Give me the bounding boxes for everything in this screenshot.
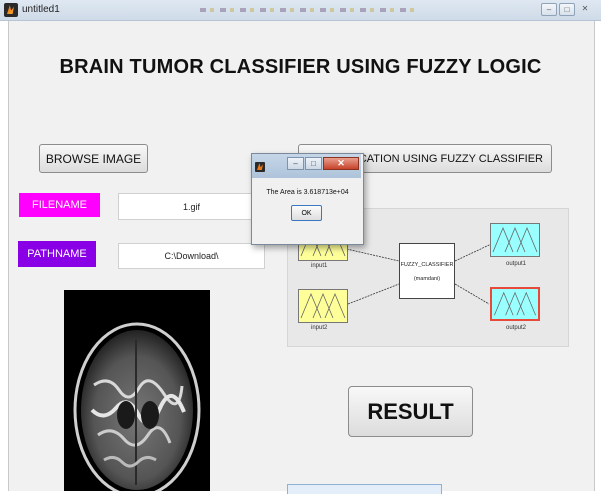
- input2-mf-curves: [300, 292, 346, 319]
- pathname-field[interactable]: C:\Download\: [118, 243, 265, 269]
- page-title: BRAIN TUMOR CLASSIFIER USING FUZZY LOGIC: [59, 56, 542, 78]
- minimize-icon[interactable]: –: [541, 3, 557, 16]
- fis-system-name: FUZZY_CLASSIFIER: [400, 262, 454, 268]
- message-dialog: – □ ✕ The Area is 3.618713e+04 OK: [251, 153, 364, 245]
- browse-image-button[interactable]: BROWSE IMAGE: [39, 144, 148, 173]
- output1-label: output1: [506, 261, 527, 267]
- input2-label: input2: [311, 325, 328, 331]
- filename-field[interactable]: 1.gif: [118, 193, 265, 220]
- brain-scan-graphic: [73, 322, 201, 491]
- close-icon[interactable]: ✕: [577, 3, 593, 16]
- output2-mf-curves: [494, 291, 536, 316]
- maximize-icon[interactable]: □: [305, 157, 322, 170]
- window-title: untitled1: [22, 4, 60, 15]
- matlab-icon: [4, 3, 18, 17]
- output1-mf-curves: [492, 226, 538, 253]
- window-titlebar[interactable]: untitled1 – □ ✕: [0, 0, 601, 21]
- fis-system-type: (mamdani): [413, 276, 441, 282]
- bottom-button-partial[interactable]: [287, 484, 442, 494]
- input2-mf-box[interactable]: [298, 289, 348, 323]
- ok-button[interactable]: OK: [291, 205, 322, 221]
- matlab-icon: [255, 162, 265, 172]
- minimize-icon[interactable]: –: [287, 157, 304, 170]
- maximize-icon[interactable]: □: [559, 3, 575, 16]
- output1-mf-box[interactable]: [490, 223, 540, 257]
- fis-system-box[interactable]: FUZZY_CLASSIFIER (mamdani): [399, 243, 455, 299]
- mri-image: [64, 290, 210, 491]
- close-icon[interactable]: ✕: [323, 157, 359, 170]
- dialog-titlebar[interactable]: – □ ✕: [252, 154, 361, 178]
- output2-mf-box[interactable]: [490, 287, 540, 321]
- pathname-label: PATHNAME: [18, 241, 96, 267]
- result-button[interactable]: RESULT: [348, 386, 473, 437]
- input1-label: input1: [311, 263, 328, 269]
- output2-label: output2: [506, 325, 527, 331]
- dialog-message: The Area is 3.618713e+04: [266, 189, 349, 196]
- filename-label: FILENAME: [19, 193, 100, 217]
- titlebar-decoration: [200, 8, 415, 12]
